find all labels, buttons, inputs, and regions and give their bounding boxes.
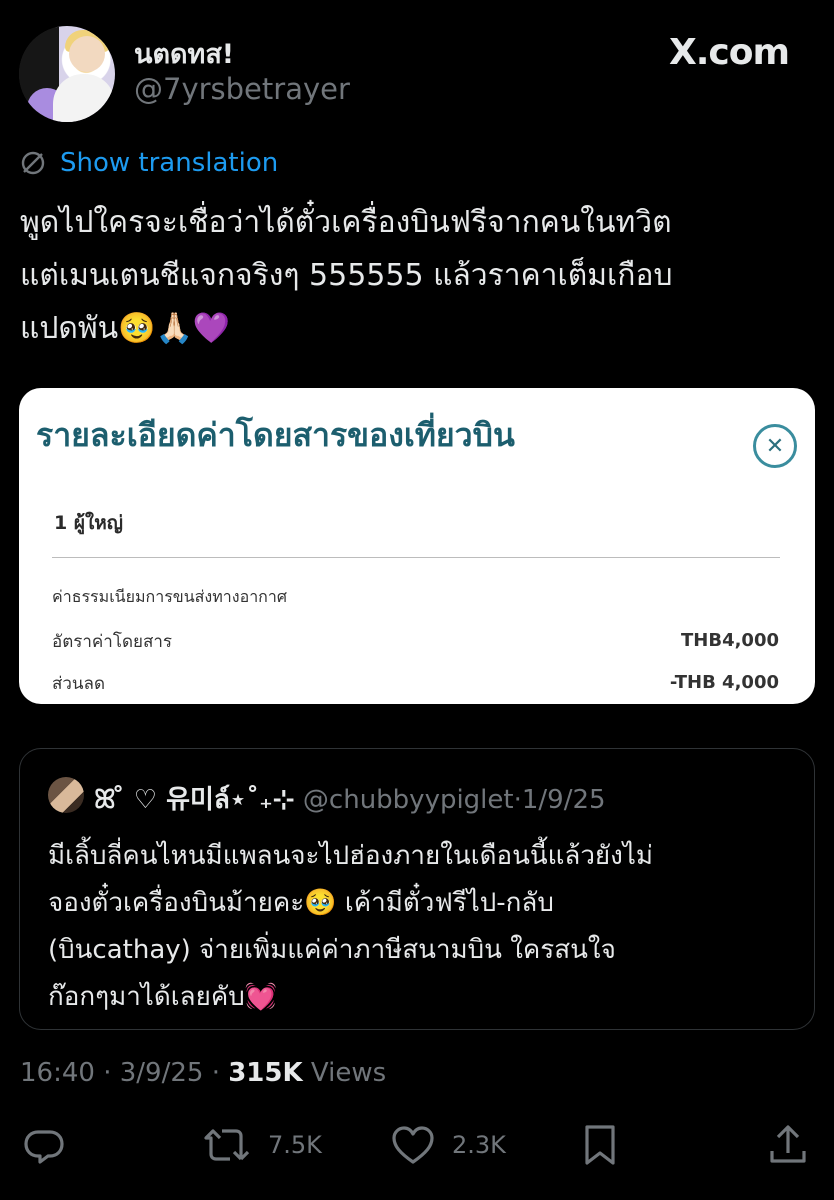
quoted-author-name: ꕤ ̊ ♡ 유미ล์⋆˚₊⊹ — [94, 785, 295, 815]
quoted-tweet-date: 1/9/25 — [521, 785, 606, 815]
fare-details-title: รายละเอียดค่าโดยสารของเที่ยวบิน — [36, 416, 515, 454]
show-translation-link[interactable]: Show translation — [20, 146, 278, 180]
quoted-tweet-header: ꕤ ̊ ♡ 유미ล์⋆˚₊⊹ @chubbyypiglet·1/9/25 — [94, 779, 606, 820]
separator-dot: · — [513, 785, 522, 815]
divider — [52, 557, 780, 558]
bookmark-icon — [585, 1125, 615, 1165]
reply-button[interactable] — [22, 1120, 66, 1170]
share-icon — [770, 1125, 806, 1163]
quoted-tweet-text: มีเลิ้บลี่คนไหนมีแพลนจะไปฮ่องภายในเดือนน… — [48, 841, 654, 1012]
views-label: Views — [310, 1058, 387, 1088]
author-avatar[interactable] — [19, 26, 115, 122]
like-button[interactable]: 2.3K — [390, 1120, 506, 1170]
tweet-date[interactable]: 3/9/25 — [120, 1058, 204, 1088]
passenger-count: 1 ผู้ใหญ่ — [54, 512, 123, 534]
tweet-text: พูดไปใครจะเชื่อว่าได้ตั๋วเครื่องบินฟรีจา… — [20, 205, 673, 346]
close-icon: ✕ — [753, 424, 797, 468]
share-button[interactable] — [766, 1120, 810, 1170]
author-display-name[interactable]: นตดทส! — [134, 32, 234, 75]
show-translation-label[interactable]: Show translation — [60, 148, 278, 178]
like-count: 2.3K — [452, 1131, 506, 1159]
quoted-tweet[interactable]: ꕤ ̊ ♡ 유미ล์⋆˚₊⊹ @chubbyypiglet·1/9/25 มีเ… — [19, 748, 815, 1030]
quoted-author-avatar — [48, 777, 84, 813]
attached-image-fare-details[interactable]: รายละเอียดค่าโดยสารของเที่ยวบิน ✕ 1 ผู้ใ… — [19, 388, 815, 704]
retweet-count: 7.5K — [268, 1131, 322, 1159]
separator-dot: · — [211, 1058, 229, 1088]
tweet-time[interactable]: 16:40 — [20, 1058, 95, 1088]
discount-label: ส่วนลด — [52, 674, 106, 694]
translate-icon — [21, 151, 45, 175]
heart-icon — [392, 1126, 434, 1164]
separator-dot: · — [103, 1058, 120, 1088]
discount-value: -THB 4,000 — [669, 672, 779, 693]
retweet-icon — [204, 1129, 250, 1161]
views-count: 315K — [228, 1058, 303, 1088]
quoted-author-handle: @chubbyypiglet — [302, 785, 514, 815]
fare-value: THB4,000 — [681, 630, 779, 651]
tweet-meta: 16:40 · 3/9/25 · 315K Views — [20, 1058, 386, 1088]
fee-heading: ค่าธรรมเนียมการขนส่งทางอากาศ — [52, 587, 287, 606]
bookmark-button[interactable] — [580, 1120, 620, 1170]
x-logo: X.com — [669, 32, 790, 73]
fare-label: อัตราค่าโดยสาร — [52, 632, 173, 652]
reply-icon — [24, 1130, 64, 1164]
retweet-button[interactable]: 7.5K — [202, 1120, 322, 1170]
author-handle[interactable]: @7yrsbetrayer — [134, 72, 350, 106]
